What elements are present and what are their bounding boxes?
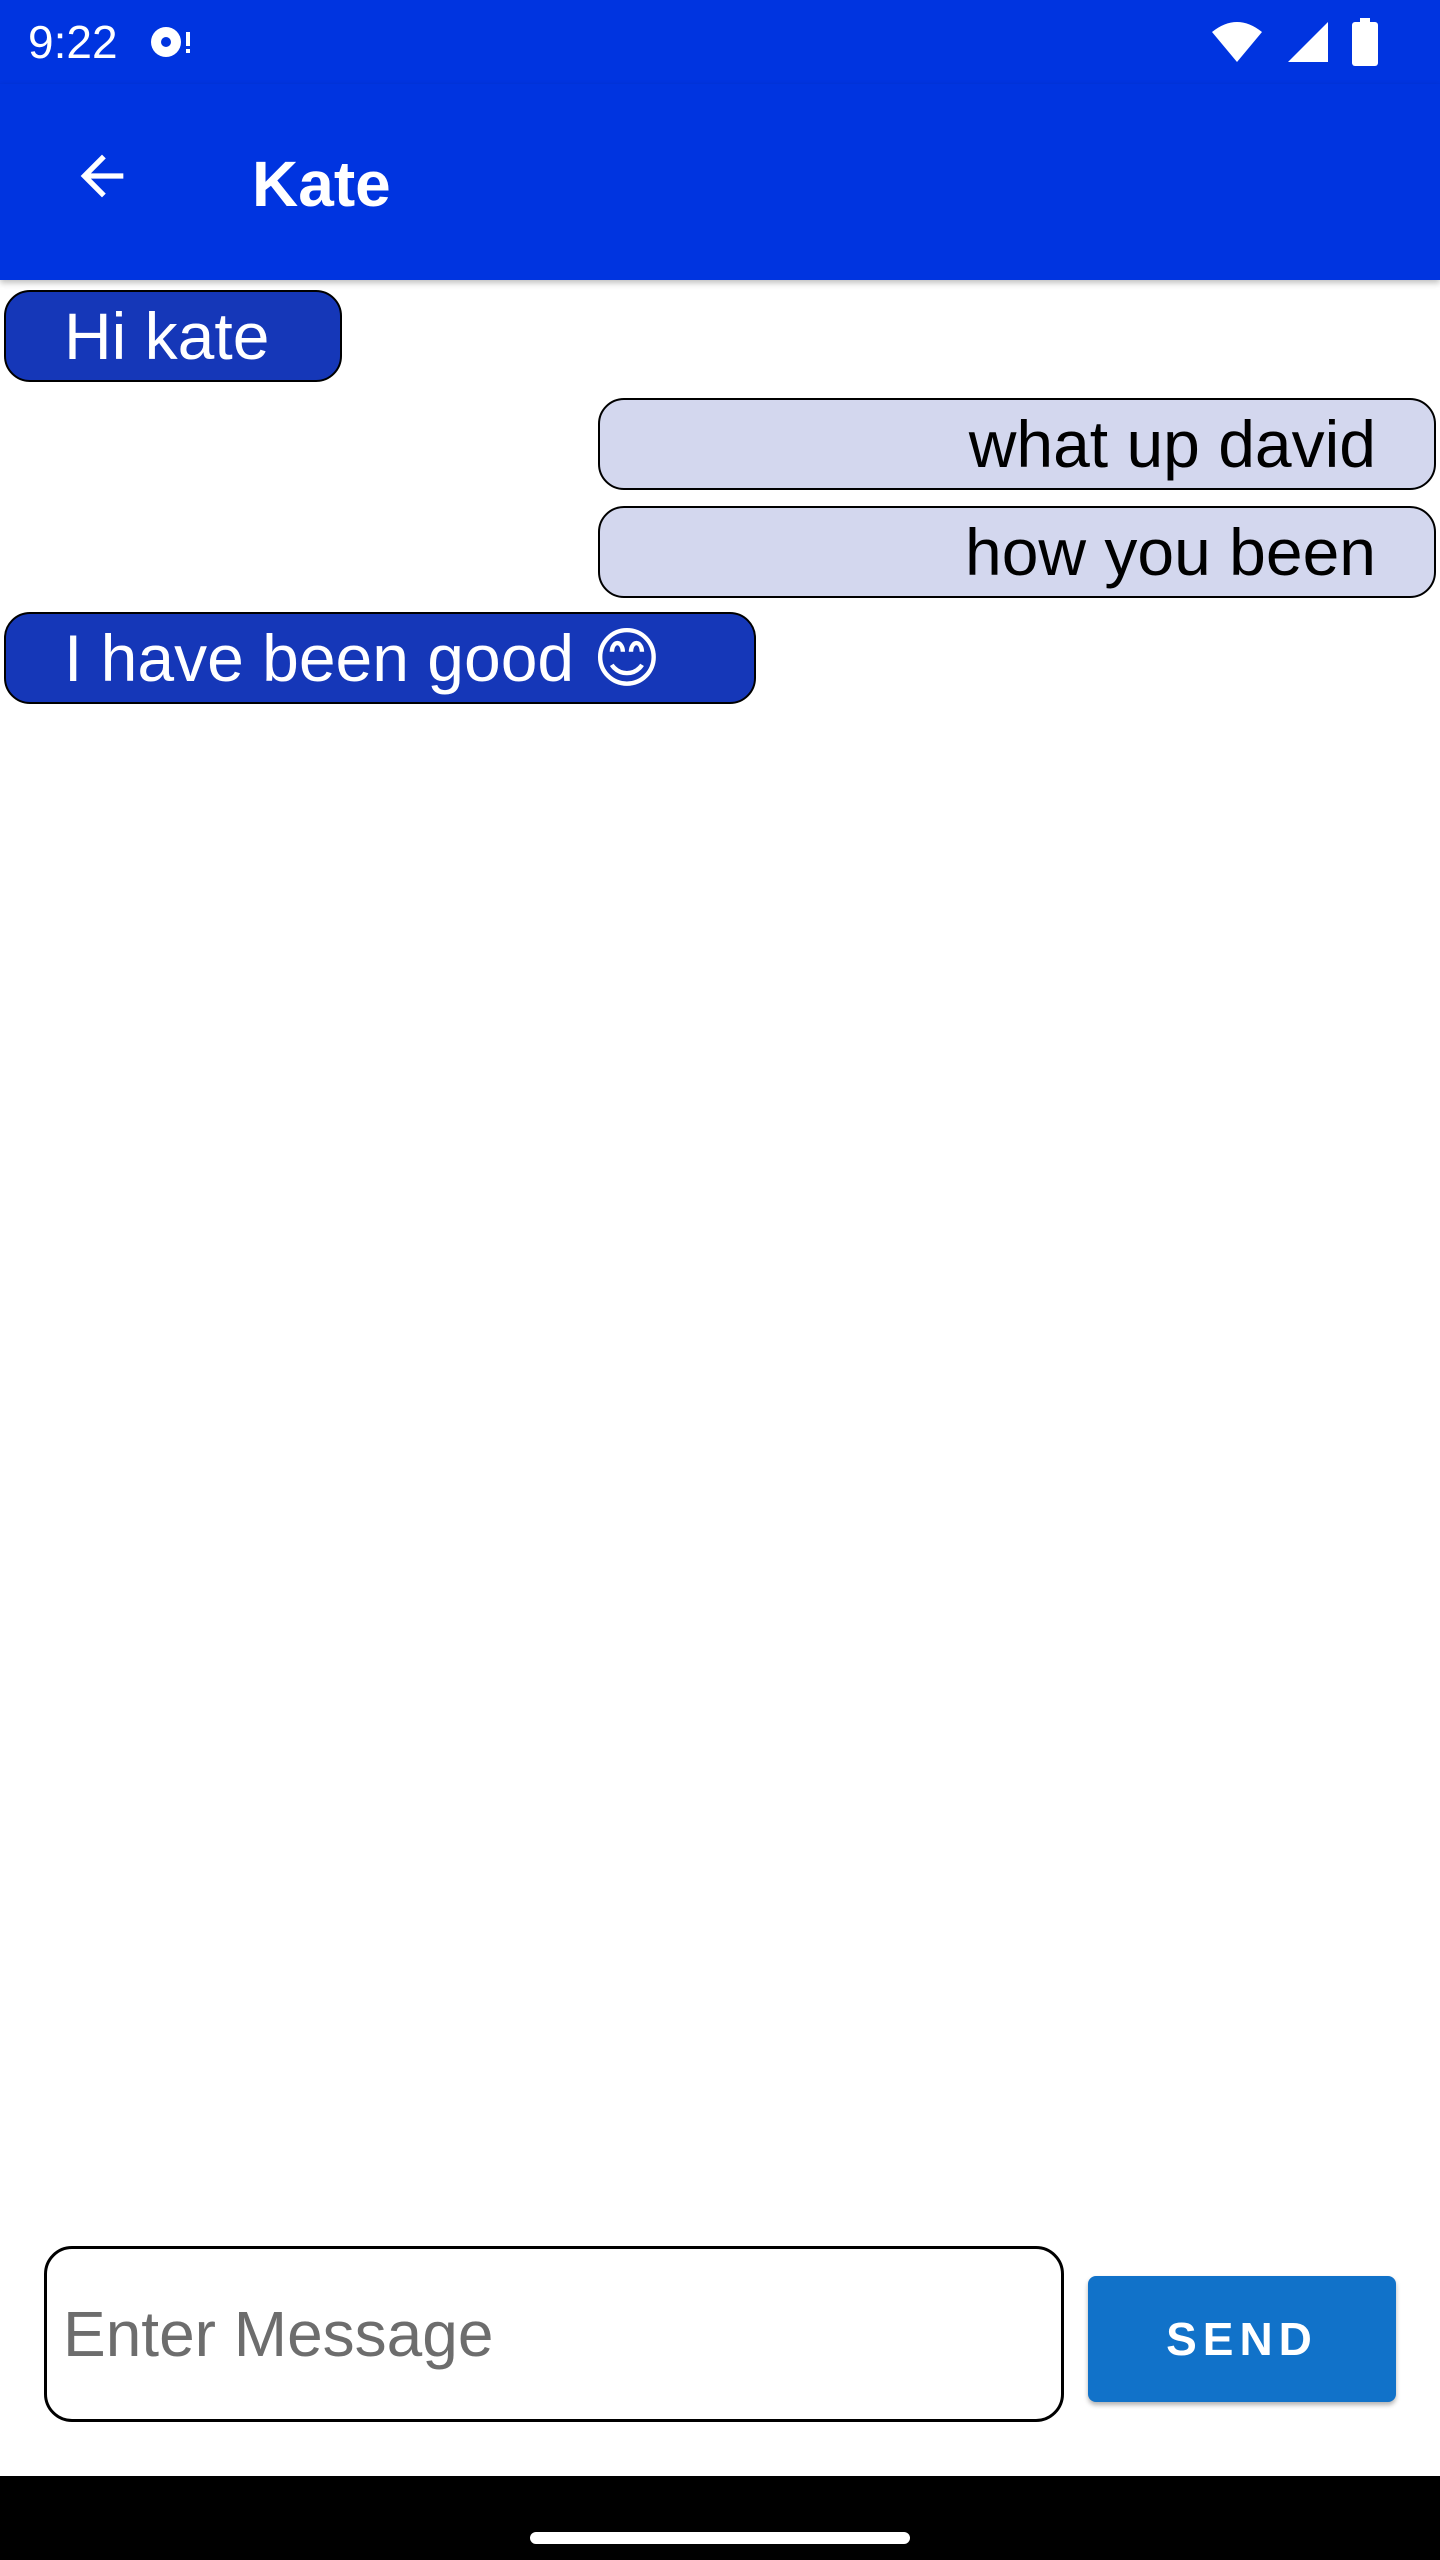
signal-icon bbox=[1286, 20, 1330, 64]
app-bar: Kate bbox=[0, 84, 1440, 280]
message-bubble-received[interactable]: Hi kate bbox=[4, 290, 342, 382]
contact-name-title: Kate bbox=[252, 148, 391, 220]
back-button[interactable] bbox=[52, 128, 152, 228]
navigation-bar bbox=[0, 2476, 1440, 2560]
home-handle[interactable] bbox=[530, 2532, 910, 2544]
message-bubble-received[interactable]: I have been good 😊 bbox=[4, 612, 756, 704]
media-icon bbox=[146, 24, 194, 60]
send-button[interactable]: SEND bbox=[1088, 2276, 1396, 2402]
message-bubble-sent[interactable]: what up david bbox=[598, 398, 1436, 490]
battery-icon bbox=[1352, 18, 1378, 66]
message-bubble-sent[interactable]: how you been bbox=[598, 506, 1436, 598]
wifi-icon bbox=[1210, 20, 1264, 64]
message-input[interactable] bbox=[44, 2246, 1064, 2422]
status-time: 9:22 bbox=[28, 16, 118, 68]
status-icons bbox=[1210, 18, 1378, 66]
chat-screen: 9:22 Kate Hi kate what up david how you … bbox=[0, 0, 1440, 2560]
status-bar: 9:22 bbox=[0, 0, 1440, 84]
arrow-left-icon bbox=[70, 144, 134, 213]
